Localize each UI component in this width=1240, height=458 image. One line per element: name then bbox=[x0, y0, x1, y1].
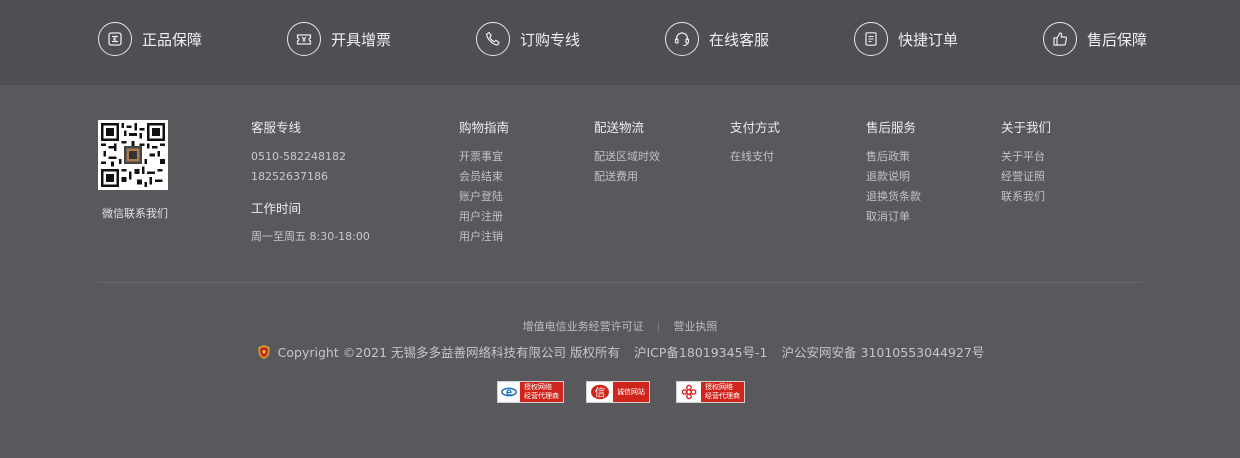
feature-label: 售后保障 bbox=[1087, 30, 1148, 49]
feature-bar: 正品保障 开具增票 订购专线 在线客服 快捷订单 售后保障 bbox=[0, 0, 1240, 85]
footer-divider bbox=[98, 282, 1142, 283]
service-phone: 18252637186 bbox=[251, 170, 328, 183]
police-record: 沪公安网安备 31010553044927号 bbox=[781, 345, 985, 360]
footer-link[interactable]: 在线支付 bbox=[730, 147, 780, 167]
phone-icon bbox=[476, 22, 510, 56]
invoice-icon bbox=[287, 22, 321, 56]
feature-label: 开具增票 bbox=[331, 30, 392, 49]
footer-link[interactable]: 开票事宜 bbox=[459, 147, 509, 167]
telecom-license-link[interactable]: 增值电信业务经营许可证 bbox=[523, 318, 644, 334]
badge-line: 授权网络 bbox=[524, 383, 552, 391]
police-emblem-icon bbox=[258, 344, 270, 359]
footer-link[interactable]: 退款说明 bbox=[866, 167, 921, 187]
footer-link[interactable]: 售后政策 bbox=[866, 147, 921, 167]
shopping-guide-column: 购物指南 开票事宜 会员结束 账户登陆 用户注册 用户注销 bbox=[459, 120, 509, 247]
genuine-icon bbox=[98, 22, 132, 56]
telecom-badge[interactable]: e 授权网络 经营代理商 bbox=[497, 381, 564, 403]
link-separator: | bbox=[656, 319, 661, 333]
service-phone: 0510-582248182 bbox=[251, 150, 346, 163]
feature-label: 在线客服 bbox=[709, 30, 770, 49]
footer-link[interactable]: 账户登陆 bbox=[459, 187, 509, 207]
license-links: 增值电信业务经营许可证 | 营业执照 bbox=[0, 318, 1240, 334]
badge-line: 授权网络 bbox=[705, 383, 733, 391]
trust-logo-icon: 信 bbox=[587, 382, 613, 402]
business-license-link[interactable]: 营业执照 bbox=[673, 318, 717, 334]
service-title: 客服专线 bbox=[251, 120, 302, 135]
footer-link[interactable]: 配送费用 bbox=[594, 167, 660, 187]
badge-text: 授权网络 经营代理商 bbox=[520, 382, 563, 402]
headset-icon bbox=[665, 22, 699, 56]
footer-link[interactable]: 经营证照 bbox=[1001, 167, 1051, 187]
footer-link[interactable]: 退换货条款 bbox=[866, 187, 921, 207]
after-sales-column: 售后服务 售后政策 退款说明 退换货条款 取消订单 bbox=[866, 120, 921, 227]
document-icon bbox=[854, 22, 888, 56]
footer-link[interactable]: 联系我们 bbox=[1001, 187, 1051, 207]
column-title: 支付方式 bbox=[730, 120, 781, 135]
footer-link[interactable]: 取消订单 bbox=[866, 207, 921, 227]
qr-code-icon bbox=[101, 123, 165, 187]
feature-quick-order[interactable]: 快捷订单 bbox=[854, 22, 958, 56]
feature-invoice[interactable]: 开具增票 bbox=[287, 22, 391, 56]
footer-link[interactable]: 用户注销 bbox=[459, 227, 509, 247]
delivery-column: 配送物流 配送区域时效 配送费用 bbox=[594, 120, 660, 187]
footer-link[interactable]: 配送区域时效 bbox=[594, 147, 660, 167]
feature-label: 正品保障 bbox=[142, 30, 203, 49]
copyright-line: Copyright ©2021 无锡多多益善网络科技有限公司 版权所有 沪ICP… bbox=[0, 342, 1240, 361]
badge-line: 经营代理商 bbox=[705, 392, 740, 400]
service-hotline-block: 客服专线 0510-582248182 18252637186 工作时间 周一至… bbox=[251, 120, 370, 244]
telecom-logo-char: e bbox=[506, 387, 512, 399]
china-unicom-logo-icon bbox=[677, 382, 701, 402]
payment-column: 支付方式 在线支付 bbox=[730, 120, 780, 167]
feature-genuine[interactable]: 正品保障 bbox=[98, 22, 202, 56]
feature-label: 订购专线 bbox=[520, 30, 581, 49]
feature-hotline[interactable]: 订购专线 bbox=[476, 22, 580, 56]
working-hours: 周一至周五 8:30-18:00 bbox=[251, 230, 370, 243]
qr-caption: 微信联系我们 bbox=[102, 207, 168, 220]
badge-line: 经营代理商 bbox=[524, 392, 559, 400]
column-title: 售后服务 bbox=[866, 120, 917, 135]
feature-online-service[interactable]: 在线客服 bbox=[665, 22, 769, 56]
badge-text: 诚信网站 bbox=[613, 382, 649, 402]
feature-after-sales[interactable]: 售后保障 bbox=[1043, 22, 1147, 56]
column-title: 关于我们 bbox=[1001, 120, 1052, 135]
feature-label: 快捷订单 bbox=[898, 30, 959, 49]
footer-link[interactable]: 会员结束 bbox=[459, 167, 509, 187]
wechat-qr-code bbox=[98, 120, 168, 190]
china-telecom-logo-icon: e bbox=[498, 382, 520, 402]
hours-title: 工作时间 bbox=[251, 201, 302, 216]
about-us-column: 关于我们 关于平台 经营证照 联系我们 bbox=[1001, 120, 1051, 207]
icp-record: 沪ICP备18019345号-1 bbox=[633, 345, 768, 360]
column-title: 购物指南 bbox=[459, 120, 510, 135]
trust-badge[interactable]: 信 诚信网站 bbox=[586, 381, 650, 403]
footer-link[interactable]: 关于平台 bbox=[1001, 147, 1051, 167]
thumbs-up-icon bbox=[1043, 22, 1077, 56]
footer-link[interactable]: 用户注册 bbox=[459, 207, 509, 227]
unicom-badge[interactable]: 授权网络 经营代理商 bbox=[676, 381, 745, 403]
column-title: 配送物流 bbox=[594, 120, 645, 135]
trust-logo-char: 信 bbox=[595, 386, 606, 399]
badge-text: 授权网络 经营代理商 bbox=[701, 382, 744, 402]
copyright-text: Copyright ©2021 无锡多多益善网络科技有限公司 版权所有 bbox=[277, 345, 620, 360]
badge-line: 诚信网站 bbox=[617, 387, 645, 396]
